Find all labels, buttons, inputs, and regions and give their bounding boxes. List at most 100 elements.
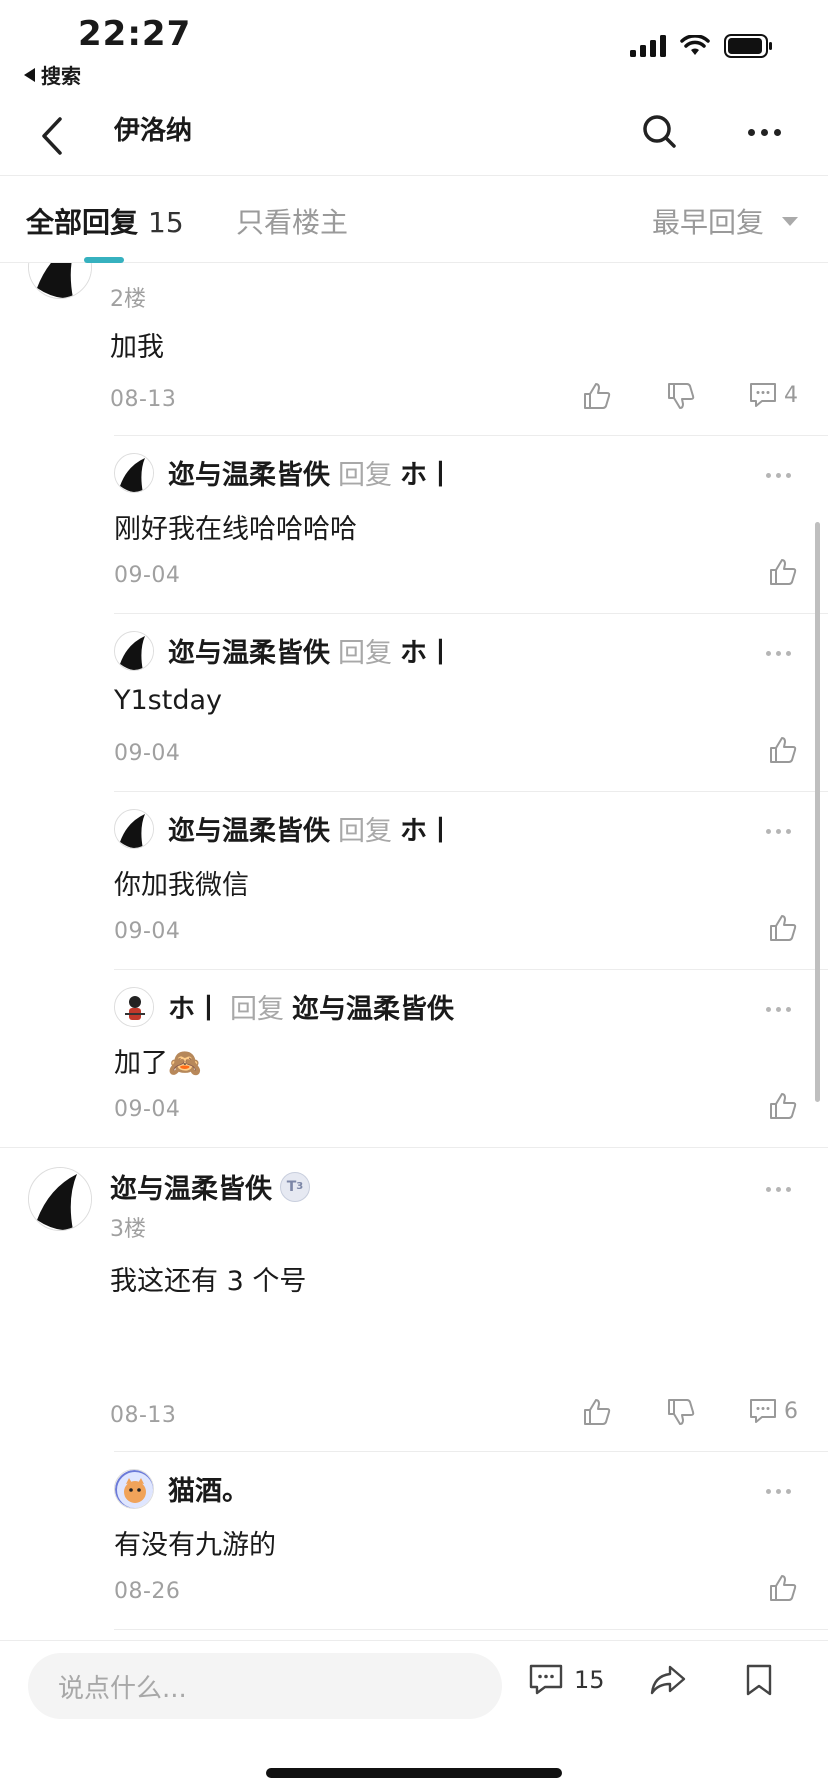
comment-icon	[750, 383, 776, 407]
tab-indicator	[84, 257, 124, 263]
comment-input[interactable]: 说点什么...	[28, 1653, 502, 1719]
comment-icon	[529, 1664, 563, 1695]
reply-header: ホ丨 回复 迩与温柔皆佚	[168, 987, 454, 1026]
reply-word: 回复	[338, 638, 392, 669]
reply-author[interactable]: 迩与温柔皆佚	[168, 638, 330, 669]
reply-author[interactable]: 猫酒。	[168, 1476, 249, 1507]
level-badge: T3	[280, 1171, 310, 1202]
nav-bar: 伊洛纳	[0, 96, 828, 176]
thumbs-up-icon	[770, 1093, 797, 1119]
avatar[interactable]	[28, 263, 92, 299]
reply-author[interactable]: 迩与温柔皆佚	[168, 460, 330, 491]
reply-header: 迩与温柔皆佚 回复 ホ丨	[168, 453, 454, 492]
dislike-button[interactable]	[666, 381, 696, 411]
reply-author[interactable]: 迩与温柔皆佚	[168, 816, 330, 847]
reply-to-user[interactable]: ホ丨	[400, 638, 454, 669]
reply-more-button[interactable]	[758, 643, 798, 663]
post-content: 加我	[110, 332, 164, 363]
comment-count-button[interactable]: 6	[748, 1397, 798, 1425]
avatar[interactable]	[114, 453, 154, 493]
share-icon	[650, 1665, 686, 1695]
back-app-label: 搜索	[41, 64, 81, 88]
divider	[114, 1629, 828, 1630]
avatar-image	[29, 263, 91, 298]
more-button[interactable]	[740, 110, 788, 154]
status-bar: 22:27 搜索	[0, 0, 828, 88]
comments-count: 15	[574, 1666, 605, 1694]
avatar[interactable]	[114, 987, 154, 1027]
more-dot-icon	[747, 128, 755, 136]
reply-header: 猫酒。	[168, 1469, 249, 1508]
reply-to-user[interactable]: ホ丨	[400, 816, 454, 847]
reply-date: 09-04	[114, 741, 181, 766]
like-button[interactable]	[768, 1091, 798, 1121]
post-author[interactable]: 迩与温柔皆佚	[110, 1167, 272, 1206]
reply-date: 09-04	[114, 919, 181, 944]
avatar[interactable]	[114, 631, 154, 671]
avatar[interactable]	[28, 1167, 92, 1231]
floor-number: 3楼	[110, 1217, 146, 1242]
sort-label: 最早回复	[651, 206, 764, 239]
divider	[114, 791, 828, 792]
avatar-image	[115, 988, 153, 1026]
reply-text: 你加我微信	[114, 870, 249, 901]
tab-op-only[interactable]: 只看楼主	[236, 201, 348, 241]
reply-date: 08-26	[114, 1579, 181, 1604]
comment-icon	[750, 1399, 776, 1423]
reply-author[interactable]: ホ丨	[168, 994, 222, 1025]
back-to-app-link[interactable]: 搜索	[24, 60, 81, 89]
reply-list[interactable]: 2楼 加我 08-13 4 迩与温柔皆佚 回复 ホ丨 刚好我在线哈哈哈哈 09-04	[0, 263, 828, 1640]
reply-more-button[interactable]	[758, 821, 798, 841]
like-button[interactable]	[768, 1573, 798, 1603]
reply-more-button[interactable]	[758, 999, 798, 1019]
like-button[interactable]	[768, 735, 798, 765]
bookmark-button[interactable]	[744, 1663, 774, 1701]
reply-to-user[interactable]: ホ丨	[400, 460, 454, 491]
tab-all-replies[interactable]: 全部回复 15	[26, 201, 184, 241]
status-time: 22:27	[78, 14, 192, 54]
comment-count: 6	[784, 1398, 798, 1424]
back-button[interactable]	[30, 108, 74, 164]
more-dot-icon	[760, 128, 768, 136]
thumbs-down-icon	[668, 383, 695, 409]
reply-date: 09-04	[114, 1097, 181, 1122]
share-button[interactable]	[648, 1663, 688, 1701]
comment-count: 4	[784, 382, 798, 408]
reply-word: 回复	[338, 460, 392, 491]
search-button[interactable]	[638, 110, 682, 154]
tab-all-label: 全部回复	[26, 206, 139, 239]
post-date: 08-13	[110, 1403, 177, 1428]
reply-text: 加了🙈	[114, 1048, 202, 1079]
reply-word: 回复	[338, 816, 392, 847]
signal-icon	[630, 35, 666, 57]
reply-more-button[interactable]	[758, 465, 798, 485]
reply-text: Y1stday	[114, 685, 222, 716]
like-button[interactable]	[768, 913, 798, 943]
like-button[interactable]	[768, 557, 798, 587]
like-button[interactable]	[582, 1397, 612, 1427]
tab-all-count: 15	[148, 206, 184, 239]
search-icon	[643, 115, 676, 148]
home-indicator	[266, 1768, 562, 1778]
reply-text: 刚好我在线哈哈哈哈	[114, 514, 357, 545]
thumbs-down-icon	[668, 1399, 695, 1425]
post-more-button[interactable]	[758, 1179, 798, 1199]
reply-to-user[interactable]: 迩与温柔皆佚	[292, 994, 454, 1025]
like-button[interactable]	[582, 381, 612, 411]
page-title: 伊洛纳	[114, 116, 193, 146]
scrollbar[interactable]	[815, 522, 820, 1102]
reply-header: 迩与温柔皆佚 回复 ホ丨	[168, 631, 454, 670]
wifi-icon	[680, 35, 710, 55]
avatar-image	[115, 454, 153, 492]
avatar[interactable]	[114, 809, 154, 849]
comment-count-button[interactable]: 4	[748, 381, 798, 409]
battery-icon	[724, 34, 772, 58]
avatar[interactable]	[114, 1469, 154, 1509]
dislike-button[interactable]	[666, 1397, 696, 1427]
avatar-image	[115, 810, 153, 848]
reply-more-button[interactable]	[758, 1481, 798, 1501]
more-dot-icon	[773, 128, 781, 136]
sort-dropdown[interactable]: 最早回复	[652, 201, 798, 241]
back-triangle-icon	[24, 67, 35, 82]
comments-button[interactable]: 15	[528, 1663, 605, 1697]
